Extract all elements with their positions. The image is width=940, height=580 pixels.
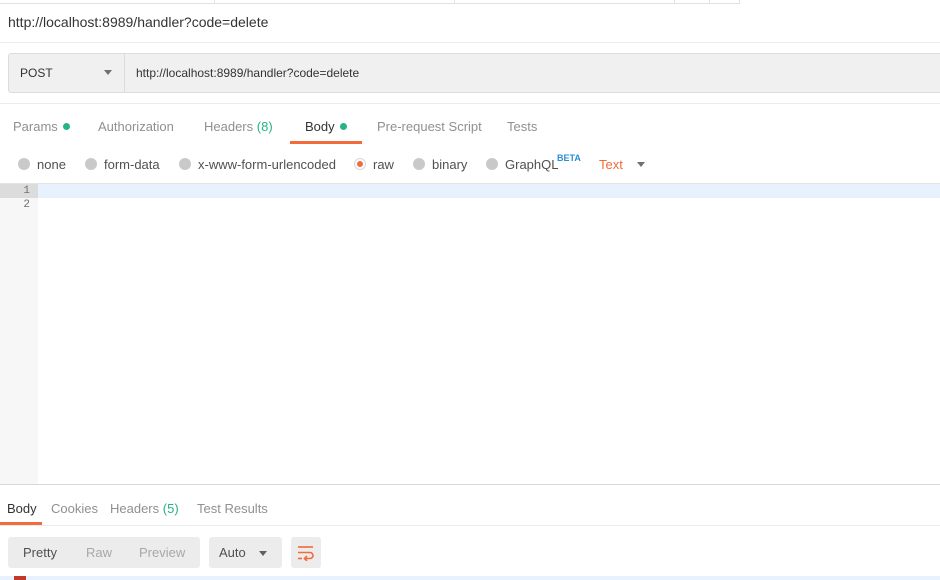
divider[interactable] bbox=[0, 484, 940, 485]
tab-label: Pre-request Script bbox=[377, 119, 482, 134]
divider bbox=[0, 42, 940, 43]
active-tab-underline bbox=[290, 141, 362, 144]
tab-label: Authorization bbox=[98, 119, 174, 134]
chevron-down-icon[interactable] bbox=[637, 162, 645, 167]
indicator-dot-icon bbox=[62, 123, 70, 130]
response-tab-headers[interactable]: Headers (5) bbox=[110, 501, 179, 516]
tab-params[interactable]: Params bbox=[13, 119, 70, 134]
line-number: 2 bbox=[23, 199, 30, 211]
option-label: binary bbox=[432, 157, 468, 172]
option-label: GraphQL bbox=[505, 157, 559, 172]
option-label: none bbox=[37, 157, 66, 172]
url-input[interactable] bbox=[126, 54, 940, 92]
tab-headers[interactable]: Headers (8) bbox=[204, 119, 273, 134]
body-option-raw[interactable]: raw bbox=[354, 157, 394, 172]
url-bar: POST bbox=[8, 53, 940, 93]
language-select[interactable]: Auto bbox=[209, 537, 282, 568]
body-option-none[interactable]: none bbox=[18, 157, 66, 172]
top-tab-segment[interactable] bbox=[0, 0, 215, 4]
top-tab-segment[interactable] bbox=[710, 0, 740, 4]
tab-authorization[interactable]: Authorization bbox=[98, 119, 174, 134]
option-label: x-www-form-urlencoded bbox=[198, 157, 336, 172]
option-label: raw bbox=[373, 157, 394, 172]
tab-label: Headers bbox=[204, 119, 254, 134]
divider bbox=[0, 103, 940, 104]
body-option-urlencoded[interactable]: x-www-form-urlencoded bbox=[179, 157, 336, 172]
tab-tests[interactable]: Tests bbox=[507, 119, 537, 134]
top-tab-segment[interactable] bbox=[215, 0, 455, 4]
format-select[interactable]: Text bbox=[599, 157, 623, 172]
radio-icon bbox=[486, 158, 498, 170]
view-mode-group: Pretty Raw Preview bbox=[8, 537, 200, 568]
body-option-binary[interactable]: binary bbox=[413, 157, 467, 172]
indicator-dot-icon bbox=[339, 123, 347, 130]
preview-button[interactable]: Preview bbox=[139, 545, 185, 560]
tab-label: Tests bbox=[507, 119, 538, 134]
radio-icon bbox=[413, 158, 425, 170]
line-number: 1 bbox=[23, 185, 30, 197]
headers-count: (8) bbox=[256, 119, 273, 134]
language-label: Auto bbox=[219, 545, 246, 560]
headers-count: (5) bbox=[162, 501, 179, 516]
radio-icon bbox=[18, 158, 30, 170]
response-area bbox=[0, 576, 940, 580]
request-title: http://localhost:8989/handler?code=delet… bbox=[8, 14, 269, 30]
radio-icon bbox=[179, 158, 191, 170]
status-marker bbox=[14, 576, 26, 580]
chevron-down-icon bbox=[259, 551, 267, 556]
body-editor[interactable]: 1 2 bbox=[0, 183, 940, 484]
tab-label: Body bbox=[305, 119, 335, 134]
tab-label: Params bbox=[13, 119, 58, 134]
radio-checked-icon bbox=[354, 158, 366, 170]
tab-body[interactable]: Body bbox=[305, 119, 347, 134]
option-label: form-data bbox=[104, 157, 160, 172]
response-tab-cookies[interactable]: Cookies bbox=[51, 501, 98, 516]
top-tab-segment[interactable] bbox=[675, 0, 710, 4]
pretty-button[interactable]: Pretty bbox=[23, 545, 57, 560]
method-select[interactable]: POST bbox=[9, 54, 125, 92]
response-tab-body[interactable]: Body bbox=[7, 501, 37, 516]
response-tab-test-results[interactable]: Test Results bbox=[197, 501, 268, 516]
body-option-form-data[interactable]: form-data bbox=[85, 157, 160, 172]
top-tab-segment[interactable] bbox=[455, 0, 675, 4]
body-option-graphql[interactable]: GraphQL bbox=[486, 157, 558, 172]
divider bbox=[0, 525, 940, 526]
beta-badge: BETA bbox=[557, 153, 581, 163]
radio-icon bbox=[85, 158, 97, 170]
wrap-lines-button[interactable] bbox=[291, 537, 321, 568]
line-gutter bbox=[0, 184, 38, 484]
active-line-highlight bbox=[38, 184, 940, 198]
chevron-down-icon bbox=[104, 70, 112, 75]
tab-pre-request-script[interactable]: Pre-request Script bbox=[377, 119, 482, 134]
tab-label: Headers bbox=[110, 501, 160, 516]
raw-button[interactable]: Raw bbox=[86, 545, 112, 560]
top-tabs-strip bbox=[0, 0, 940, 4]
method-label: POST bbox=[20, 66, 53, 80]
wrap-lines-icon bbox=[298, 546, 314, 561]
